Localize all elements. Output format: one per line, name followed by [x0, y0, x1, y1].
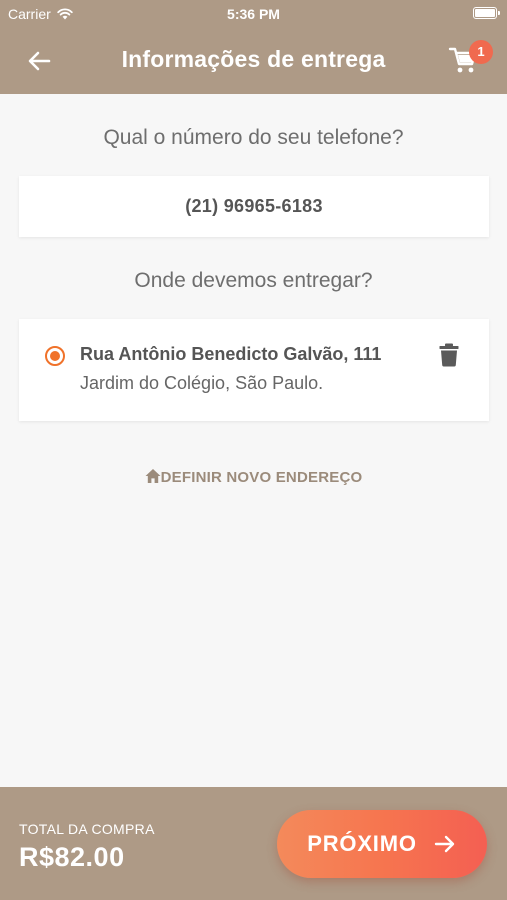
phone-value: (21) 96965-6183 [185, 196, 323, 216]
total-value: R$82.00 [19, 842, 125, 872]
next-button[interactable]: PRÓXIMO [277, 810, 487, 878]
trash-icon[interactable] [439, 343, 459, 367]
battery-icon [473, 7, 500, 19]
phone-question: Qual o número do seu telefone? [103, 126, 404, 149]
home-icon [145, 469, 161, 483]
status-time: 5:36 PM [227, 6, 280, 22]
page-title: Informações de entrega [121, 46, 386, 72]
status-bar: Carrier 5:36 PM [0, 0, 507, 28]
total-label: TOTAL DA COMPRA [19, 821, 155, 837]
nav-bar: Informações de entrega 1 [0, 28, 507, 94]
new-address-label: DEFINIR NOVO ENDEREÇO [160, 469, 363, 486]
arrow-right-icon [434, 835, 454, 853]
footer-bar: TOTAL DA COMPRA R$82.00 PRÓXIMO [0, 787, 507, 900]
next-button-label: PRÓXIMO [307, 831, 417, 856]
address-question: Onde devemos entregar? [134, 269, 373, 292]
address-radio[interactable] [45, 346, 65, 366]
cart-badge: 1 [469, 40, 493, 64]
address-street: Rua Antônio Benedicto Galvão, 111 [80, 344, 382, 364]
address-district: Jardim do Colégio, São Paulo. [80, 373, 324, 393]
phone-card[interactable]: (21) 96965-6183 [19, 176, 489, 237]
new-address-button[interactable]: DEFINIR NOVO ENDEREÇO [0, 468, 507, 486]
address-card[interactable]: Rua Antônio Benedicto Galvão, 111 Jardim… [19, 319, 489, 421]
